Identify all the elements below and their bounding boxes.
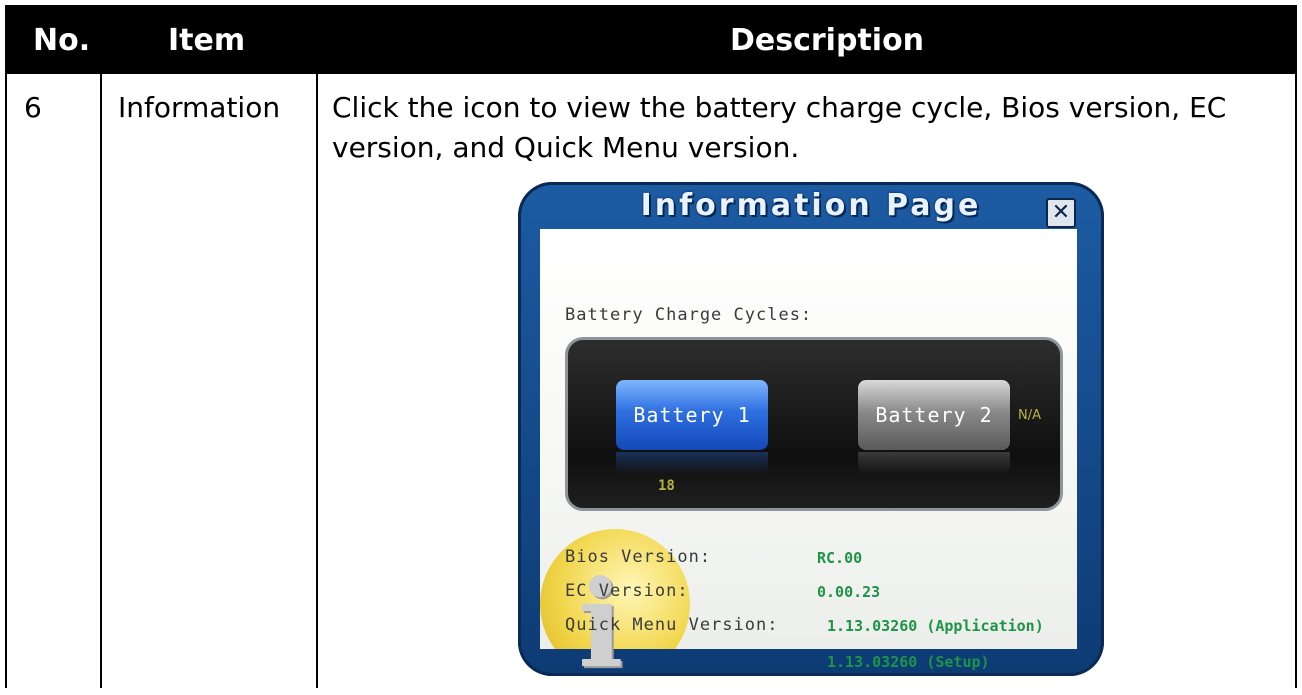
quick-menu-version-label: Quick Menu Version: — [565, 615, 779, 635]
table-header: No. Item Description — [5, 5, 1297, 74]
bios-version-value: RC.00 — [817, 549, 863, 567]
quick-menu-setup-version: 1.13.03260 (Setup) — [827, 653, 990, 671]
battery-1-button[interactable]: Battery 1 — [616, 380, 768, 450]
battery-1-cycle-count: 18 — [658, 478, 675, 494]
battery-panel: Battery 1 18 Battery 2 N/A — [565, 337, 1063, 511]
close-icon[interactable]: ✕ — [1046, 198, 1076, 228]
bios-version-label: Bios Version: — [565, 547, 712, 567]
column-divider-2 — [316, 74, 318, 688]
table-border-right — [1295, 74, 1297, 688]
information-page-window: Information Page ✕ i Battery Charge Cycl… — [518, 182, 1104, 695]
row-number: 6 — [24, 91, 42, 124]
battery-2-button[interactable]: Battery 2 — [858, 380, 1010, 450]
quick-menu-app-version: 1.13.03260 (Application) — [827, 617, 1044, 635]
row-item: Information — [118, 91, 281, 124]
battery-1-reflection — [616, 452, 768, 474]
battery-2-reflection — [858, 452, 1010, 474]
column-divider-1 — [100, 74, 102, 688]
header-no: No. — [33, 23, 91, 58]
table-border-left — [5, 74, 7, 688]
window-title: Information Page — [640, 188, 982, 223]
ec-version-label: EC Version: — [565, 581, 689, 601]
ec-version-value: 0.00.23 — [817, 583, 881, 601]
header-description: Description — [730, 23, 925, 58]
battery-2-status: N/A — [1018, 408, 1041, 423]
header-item: Item — [168, 23, 246, 58]
battery-cycles-label: Battery Charge Cycles: — [565, 305, 813, 325]
row-description: Click the icon to view the battery charg… — [332, 91, 1227, 164]
battery-2-label: Battery 2 — [875, 403, 993, 427]
window-body: i Battery Charge Cycles: Battery 1 18 Ba… — [540, 229, 1077, 695]
battery-1-label: Battery 1 — [633, 403, 751, 427]
